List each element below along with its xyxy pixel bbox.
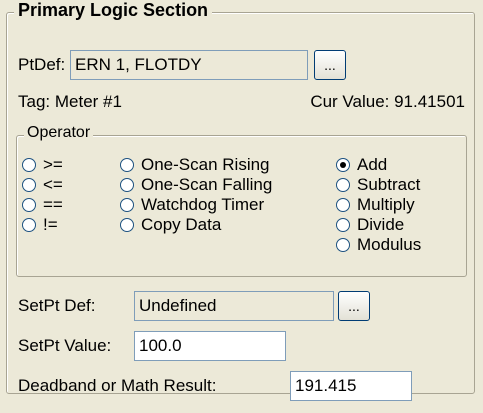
radio-circle-icon (336, 158, 350, 172)
radio-label: <= (43, 175, 63, 194)
setpt-def-label: SetPt Def: (18, 296, 96, 315)
radio-circle-icon (336, 198, 350, 212)
radio-label: Divide (357, 215, 405, 234)
setpt-value-input[interactable]: 100.0 (134, 331, 286, 361)
radio-label: Watchdog Timer (141, 195, 265, 214)
radio-one-scan-falling[interactable]: One-Scan Falling (120, 175, 272, 195)
deadband-label: Deadband or Math Result: (18, 376, 217, 395)
radio-label: One-Scan Falling (141, 175, 273, 194)
cur-value-label: Cur Value: 91.41501 (310, 92, 465, 111)
radio-label: Copy Data (141, 215, 222, 234)
deadband-input[interactable]: 191.415 (290, 371, 412, 401)
radio-circle-icon (22, 178, 36, 192)
radio-circle-icon (336, 178, 350, 192)
radio-label: >= (43, 155, 63, 174)
radio-label: Multiply (357, 195, 415, 214)
radio-circle-icon (120, 198, 134, 212)
radio-greater-equal[interactable]: >= (22, 155, 63, 175)
radio-label: Modulus (357, 235, 422, 254)
operator-title: Operator (24, 124, 94, 142)
setpt-def-browse-button[interactable]: ... (338, 291, 370, 321)
radio-circle-icon (22, 218, 36, 232)
radio-circle-icon (120, 218, 134, 232)
radio-circle-icon (22, 198, 36, 212)
section-title: Primary Logic Section (14, 0, 213, 21)
radio-circle-icon (120, 158, 134, 172)
radio-less-equal[interactable]: <= (22, 175, 63, 195)
radio-circle-icon (120, 178, 134, 192)
radio-label: One-Scan Rising (141, 155, 270, 174)
radio-label: Add (357, 155, 388, 174)
radio-label: == (43, 195, 63, 214)
radio-divide[interactable]: Divide (336, 215, 404, 235)
radio-not-equal[interactable]: != (22, 215, 58, 235)
radio-subtract[interactable]: Subtract (336, 175, 420, 195)
ptdef-label: PtDef: (18, 55, 66, 74)
setpt-def-field[interactable]: Undefined (134, 291, 334, 321)
radio-circle-icon (336, 238, 350, 252)
radio-circle-icon (336, 218, 350, 232)
setpt-value-label: SetPt Value: (18, 336, 112, 355)
radio-watchdog-timer[interactable]: Watchdog Timer (120, 195, 264, 215)
ptdef-field[interactable]: ERN 1, FLOTDY (70, 50, 308, 80)
radio-label: Subtract (357, 175, 421, 194)
radio-circle-icon (22, 158, 36, 172)
radio-copy-data[interactable]: Copy Data (120, 215, 221, 235)
tag-label: Tag: Meter #1 (18, 92, 122, 111)
ptdef-browse-button[interactable]: ... (314, 50, 346, 80)
radio-equal[interactable]: == (22, 195, 63, 215)
radio-add[interactable]: Add (336, 155, 387, 175)
radio-label: != (43, 215, 58, 234)
radio-one-scan-rising[interactable]: One-Scan Rising (120, 155, 270, 175)
radio-modulus[interactable]: Modulus (336, 235, 421, 255)
radio-multiply[interactable]: Multiply (336, 195, 415, 215)
